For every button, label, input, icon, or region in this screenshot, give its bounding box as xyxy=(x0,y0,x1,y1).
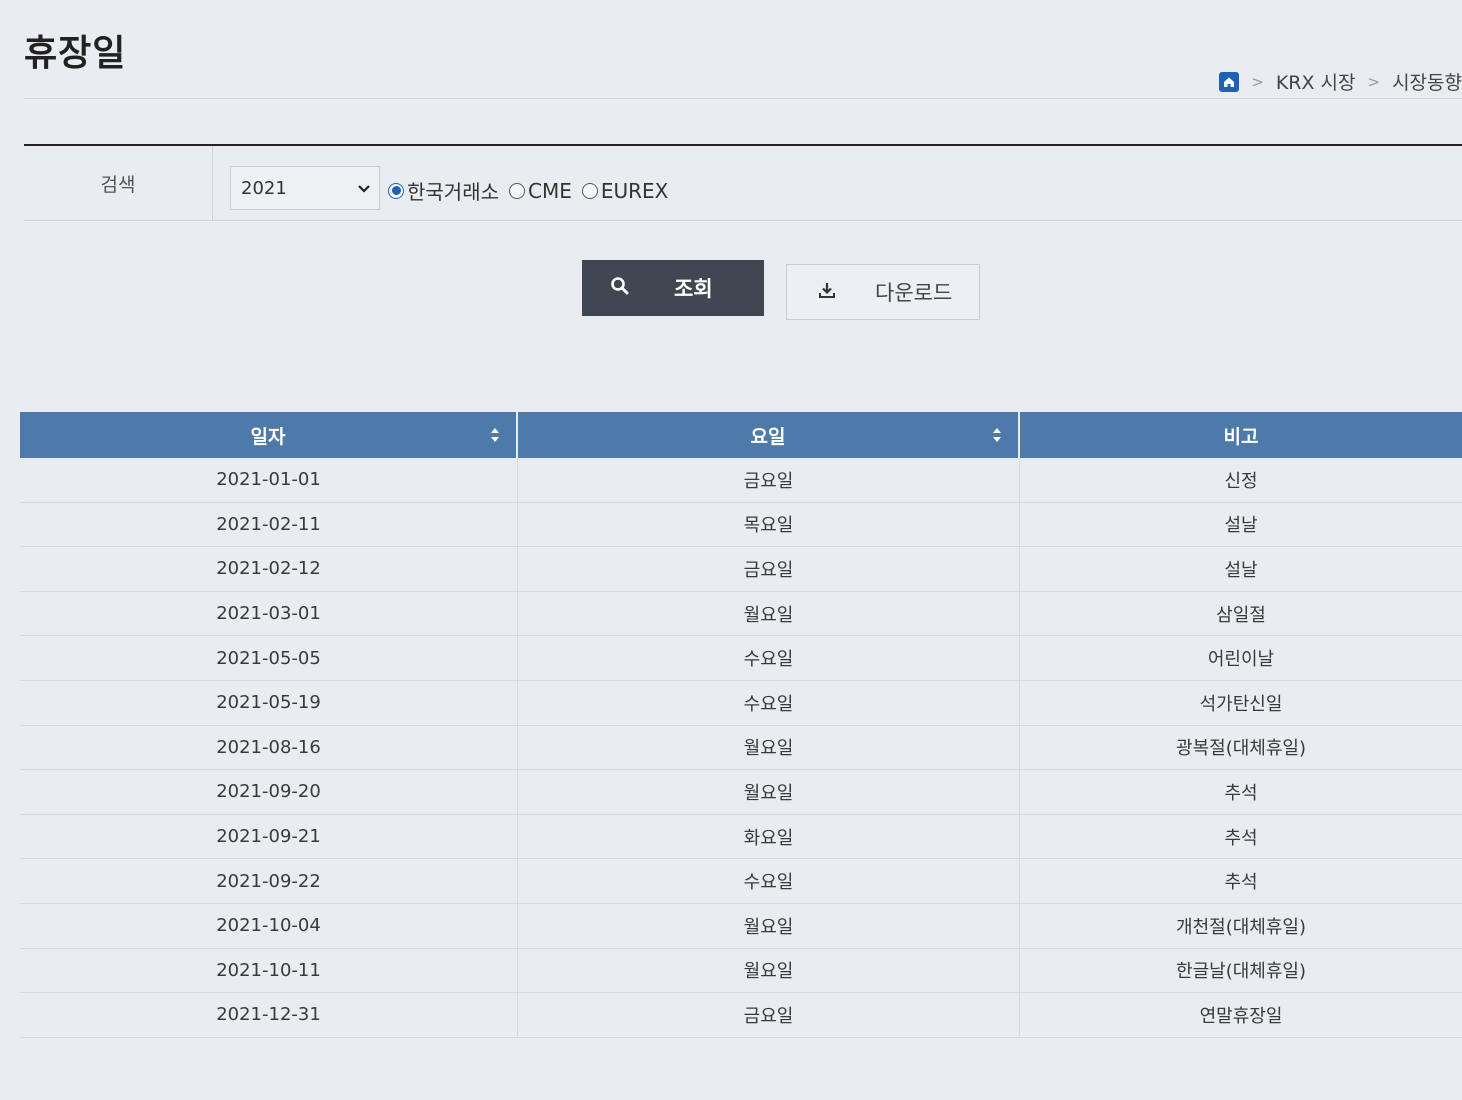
cell-date: 2021-05-05 xyxy=(20,636,518,680)
cell-note: 추석 xyxy=(1224,872,1258,894)
cell-weekday: 금요일 xyxy=(518,547,1020,591)
cell-date: 2021-01-01 xyxy=(20,458,518,502)
cell-date: 2021-12-31 xyxy=(20,993,518,1037)
cell-date: 2021-03-01 xyxy=(20,591,518,636)
cell-date: 2021-09-20 xyxy=(20,770,518,814)
table-row[interactable]: 2021-09-21 화요일 추석 xyxy=(20,814,1462,860)
search-button-label: 조회 xyxy=(674,277,713,301)
cell-note: 광복절(대체휴일) xyxy=(1176,738,1306,760)
radio-krx-label: 한국거래소 xyxy=(407,180,499,204)
year-select-value: 2021 xyxy=(241,177,287,199)
table-row[interactable]: 2021-01-01 금요일 신정 xyxy=(20,458,1462,503)
search-label: 검색 xyxy=(24,146,213,220)
market-radio-group: 한국거래소 CME EUREX xyxy=(388,176,672,205)
cell-weekday: 월요일 xyxy=(518,591,1020,636)
table-row[interactable]: 2021-12-31 금요일 연말휴장일 xyxy=(20,993,1462,1038)
breadcrumb-item-krx-market[interactable]: KRX 시장 xyxy=(1276,68,1356,95)
table-row[interactable]: 2021-03-01 월요일 삼일절 xyxy=(20,591,1462,637)
table-row[interactable]: 2021-05-05 수요일 어린이날 xyxy=(20,636,1462,681)
cell-weekday: 월요일 xyxy=(518,725,1020,770)
sort-icon[interactable] xyxy=(490,426,500,444)
cell-date: 2021-02-11 xyxy=(20,502,518,547)
cell-weekday: 화요일 xyxy=(518,814,1020,859)
radio-eurex-label: EUREX xyxy=(600,178,669,203)
search-panel: 검색 2021 한국거래소 CME EUREX xyxy=(24,144,1462,221)
cell-weekday: 수요일 xyxy=(518,859,1020,903)
table-row[interactable]: 2021-08-16 월요일 광복절(대체휴일) xyxy=(20,725,1462,771)
radio-eurex[interactable]: EUREX xyxy=(581,178,669,203)
cell-note: 개천절(대체휴일) xyxy=(1176,916,1306,938)
year-select[interactable]: 2021 xyxy=(230,166,380,210)
column-header-note-label: 비고 xyxy=(1223,425,1259,448)
download-button-label: 다운로드 xyxy=(875,281,953,305)
breadcrumb-separator: > xyxy=(1367,72,1381,91)
search-button[interactable]: 조회 xyxy=(582,260,764,316)
cell-date: 2021-05-19 xyxy=(20,680,518,725)
chevron-down-icon xyxy=(357,178,371,199)
table-row[interactable]: 2021-09-22 수요일 추석 xyxy=(20,859,1462,904)
cell-note: 연말휴장일 xyxy=(1199,1005,1283,1027)
home-icon[interactable] xyxy=(1219,71,1240,92)
cell-note: 신정 xyxy=(1224,470,1258,492)
table-row[interactable]: 2021-05-19 수요일 석가탄신일 xyxy=(20,680,1462,726)
cell-weekday: 목요일 xyxy=(518,502,1020,547)
table-body: 2021-01-01 금요일 신정 2021-02-11 목요일 설날 2021-02-12… xyxy=(20,458,1462,1038)
cell-date: 2021-10-04 xyxy=(20,903,518,948)
cell-weekday: 수요일 xyxy=(518,680,1020,725)
cell-weekday: 금요일 xyxy=(518,993,1020,1037)
title-divider xyxy=(24,98,1462,99)
table-header: 일자 요일 비고 xyxy=(20,412,1462,458)
holiday-table: 일자 요일 비고 2021-01-01 금요일 신정 2021-02-11 목요일 설날 2… xyxy=(20,412,1462,1038)
radio-cme[interactable]: CME xyxy=(509,179,572,203)
breadcrumb-separator: > xyxy=(1251,72,1264,91)
radio-eurex-button[interactable] xyxy=(581,182,598,199)
cell-note: 설날 xyxy=(1224,515,1258,537)
cell-date: 2021-02-12 xyxy=(20,547,518,591)
cell-date: 2021-10-11 xyxy=(20,948,518,993)
column-header-weekday[interactable]: 요일 xyxy=(518,412,1020,458)
cell-note: 설날 xyxy=(1224,559,1258,581)
table-row[interactable]: 2021-02-12 금요일 설날 xyxy=(20,547,1462,592)
cell-weekday: 월요일 xyxy=(518,948,1020,993)
cell-note: 석가탄신일 xyxy=(1199,693,1283,715)
breadcrumb: > KRX 시장 > 시장동향 xyxy=(1219,68,1462,95)
radio-cme-label: CME xyxy=(528,178,572,203)
sort-icon[interactable] xyxy=(992,426,1002,444)
cell-weekday: 월요일 xyxy=(518,770,1020,814)
radio-cme-button[interactable] xyxy=(509,182,525,199)
column-header-note: 비고 xyxy=(1020,412,1462,458)
breadcrumb-item-market-trend[interactable]: 시장동향 xyxy=(1392,68,1462,95)
column-header-date-label: 일자 xyxy=(250,425,286,448)
page-title: 휴장일 xyxy=(24,33,127,74)
cell-weekday: 금요일 xyxy=(518,458,1020,502)
table-row[interactable]: 2021-09-20 월요일 추석 xyxy=(20,770,1462,815)
cell-date: 2021-09-22 xyxy=(20,859,518,903)
cell-weekday: 월요일 xyxy=(518,903,1020,948)
radio-krx[interactable]: 한국거래소 xyxy=(388,176,499,205)
cell-note: 한글날(대체휴일) xyxy=(1176,961,1306,983)
download-button[interactable]: 다운로드 xyxy=(786,264,980,320)
cell-note: 추석 xyxy=(1224,827,1258,849)
radio-krx-button[interactable] xyxy=(388,182,404,199)
cell-date: 2021-09-21 xyxy=(20,814,518,859)
table-row[interactable]: 2021-10-11 월요일 한글날(대체휴일) xyxy=(20,948,1462,994)
table-row[interactable]: 2021-10-04 월요일 개천절(대체휴일) xyxy=(20,903,1462,949)
search-icon xyxy=(610,276,630,301)
cell-note: 삼일절 xyxy=(1216,604,1266,626)
cell-weekday: 수요일 xyxy=(518,636,1020,680)
cell-note: 추석 xyxy=(1224,782,1258,804)
cell-date: 2021-08-16 xyxy=(20,725,518,770)
table-row[interactable]: 2021-02-11 목요일 설날 xyxy=(20,502,1462,548)
cell-note: 어린이날 xyxy=(1207,649,1275,671)
download-icon xyxy=(817,280,837,305)
column-header-weekday-label: 요일 xyxy=(750,425,786,448)
column-header-date[interactable]: 일자 xyxy=(20,412,518,458)
